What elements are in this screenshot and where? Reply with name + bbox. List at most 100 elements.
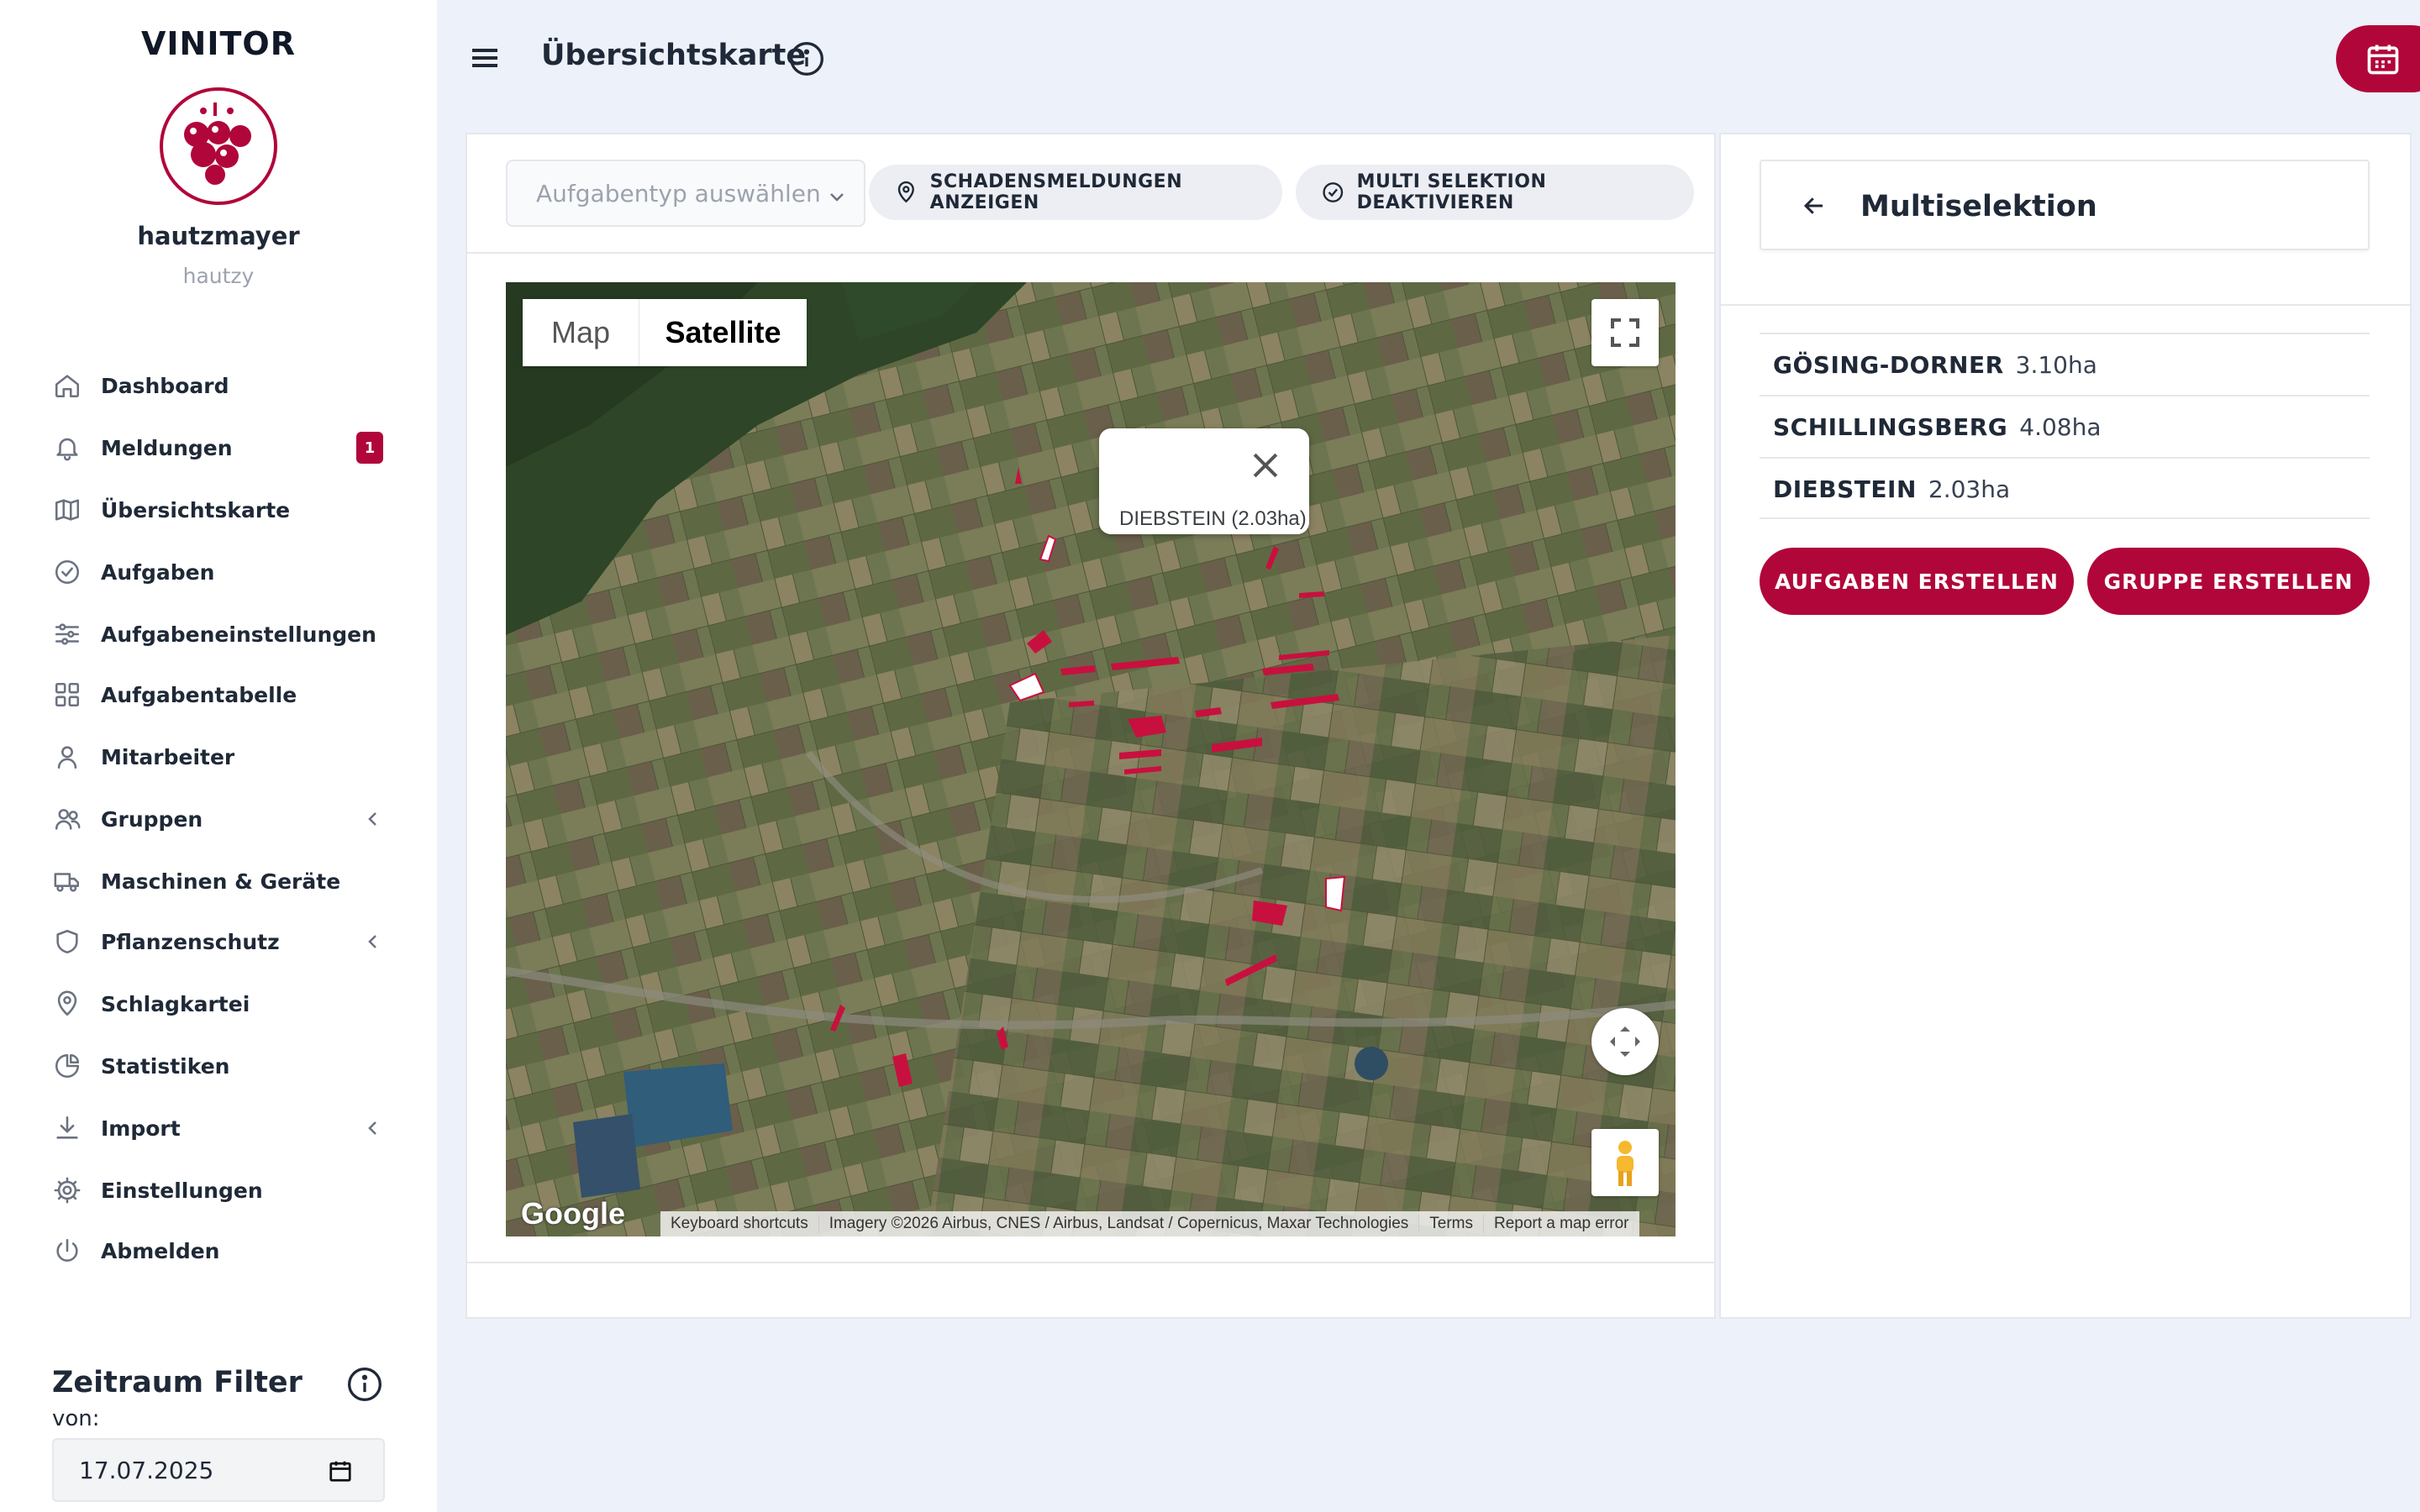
close-icon[interactable] xyxy=(1247,447,1284,484)
sidebar-item-aufgabeneinstellungen[interactable]: Aufgabeneinstellungen xyxy=(50,610,395,659)
date-value: 17.07.2025 xyxy=(79,1456,214,1484)
page-title: Übersichtskarte xyxy=(541,39,807,72)
bell-icon xyxy=(50,431,84,465)
sidebar-item-import[interactable]: Import xyxy=(50,1104,395,1152)
fullscreen-button[interactable] xyxy=(1591,299,1659,366)
pegman-icon xyxy=(1617,1141,1634,1186)
field-area: 4.08ha xyxy=(2019,412,2102,441)
divider xyxy=(466,1262,1716,1263)
create-tasks-button[interactable]: AUFGABEN ERSTELLEN xyxy=(1760,548,2074,615)
menu-icon[interactable] xyxy=(471,45,501,71)
notification-badge: 1 xyxy=(356,432,383,464)
gear-icon xyxy=(50,1173,84,1207)
keyboard-shortcuts-link[interactable]: Keyboard shortcuts xyxy=(660,1215,819,1233)
sidebar-item-label: Mitarbeiter xyxy=(101,744,235,769)
field-name: GÖSING-DORNER xyxy=(1773,350,2004,379)
fullscreen-icon xyxy=(1611,318,1639,347)
sidebar-item-aufgaben[interactable]: Aufgaben xyxy=(50,548,395,596)
sidebar-item-schlagkartei[interactable]: Schlagkartei xyxy=(50,979,395,1028)
pan-arrows-icon xyxy=(1610,1026,1640,1057)
map-pin-icon xyxy=(50,987,84,1021)
button-label: MULTI SELEKTION DEAKTIVIEREN xyxy=(1356,171,1547,213)
chevron-left-icon[interactable] xyxy=(363,809,383,829)
sidebar-item-uebersichtskarte[interactable]: Übersichtskarte xyxy=(50,486,395,534)
divider xyxy=(1760,517,2370,519)
divider xyxy=(1719,304,2412,306)
sidebar-item-label: Aufgaben xyxy=(101,559,215,585)
check-circle-icon xyxy=(1323,182,1344,202)
truck-icon xyxy=(50,864,84,898)
street-view-pegman[interactable] xyxy=(1591,1129,1659,1196)
sidebar-item-gruppen[interactable]: Gruppen xyxy=(50,795,395,843)
tab-satellite[interactable]: Satellite xyxy=(639,299,807,366)
list-item[interactable]: SCHILLINGSBERG 4.08ha xyxy=(1760,395,2370,457)
chevron-left-icon[interactable] xyxy=(363,1118,383,1138)
sidebar-item-label: Abmelden xyxy=(101,1238,220,1263)
field-area: 3.10ha xyxy=(2015,350,2097,379)
sidebar-item-label: Meldungen xyxy=(101,435,233,460)
sidebar-item-aufgabentabelle[interactable]: Aufgabentabelle xyxy=(50,670,395,719)
date-from-input[interactable]: 17.07.2025 xyxy=(52,1438,385,1502)
sidebar-item-label: Einstellungen xyxy=(101,1178,263,1203)
show-damage-reports-button[interactable]: SCHADENSMELDUNGEN ANZEIGEN xyxy=(869,165,1282,220)
sliders-icon xyxy=(50,617,84,651)
chevron-down-icon xyxy=(827,185,847,205)
sidebar-item-label: Aufgabentabelle xyxy=(101,682,297,707)
map-camera-control[interactable] xyxy=(1591,1008,1659,1075)
map-icon xyxy=(50,493,84,527)
sidebar-item-label: Statistiken xyxy=(101,1053,230,1079)
terms-link[interactable]: Terms xyxy=(1419,1215,1484,1233)
grape-logo-icon xyxy=(184,102,251,185)
calendar-icon xyxy=(2367,45,2399,75)
grid-icon xyxy=(50,678,84,711)
sidebar-item-label: Maschinen & Geräte xyxy=(101,869,341,894)
multi-selection-toggle-button[interactable]: MULTI SELEKTION DEAKTIVIEREN xyxy=(1296,165,1694,220)
satellite-imagery xyxy=(506,282,1676,1236)
google-logo: Google xyxy=(521,1196,625,1231)
sidebar-item-mitarbeiter[interactable]: Mitarbeiter xyxy=(50,732,395,781)
button-label: SCHADENSMELDUNGEN ANZEIGEN xyxy=(929,171,1183,213)
task-type-select[interactable]: Aufgabentyp auswählen xyxy=(506,160,865,227)
sidebar-item-label: Übersichtskarte xyxy=(101,497,291,522)
sidebar-item-dashboard[interactable]: Dashboard xyxy=(50,361,395,410)
home-icon xyxy=(50,369,84,402)
sidebar-item-statistiken[interactable]: Statistiken xyxy=(50,1042,395,1090)
calendar-icon[interactable] xyxy=(328,1458,353,1483)
popup-field-label: DIEBSTEIN (2.03ha) xyxy=(1119,507,1307,530)
avatar xyxy=(160,87,277,205)
sidebar-item-label: Import xyxy=(101,1116,181,1141)
field-name: DIEBSTEIN xyxy=(1773,475,1917,503)
info-icon[interactable] xyxy=(788,40,825,77)
create-group-button[interactable]: GRUPPE ERSTELLEN xyxy=(2087,548,2370,615)
power-icon xyxy=(50,1234,84,1268)
report-error-link[interactable]: Report a map error xyxy=(1484,1215,1639,1233)
calendar-button[interactable] xyxy=(2336,25,2420,92)
shield-icon xyxy=(50,925,84,958)
list-item[interactable]: GÖSING-DORNER 3.10ha xyxy=(1760,333,2370,395)
info-icon[interactable] xyxy=(346,1366,383,1403)
field-name: SCHILLINGSBERG xyxy=(1773,412,2008,441)
sidebar-item-meldungen[interactable]: Meldungen 1 xyxy=(50,423,395,472)
tab-map[interactable]: Map xyxy=(523,299,639,366)
satellite-map[interactable]: Map Satellite DIEBSTEIN (2.03ha) Google … xyxy=(506,282,1676,1236)
field-info-popup: DIEBSTEIN (2.03ha) xyxy=(1099,428,1309,534)
chevron-left-icon[interactable] xyxy=(363,932,383,952)
sidebar-item-abmelden[interactable]: Abmelden xyxy=(50,1226,395,1275)
map-pin-icon xyxy=(897,181,914,203)
list-item[interactable]: DIEBSTEIN 2.03ha xyxy=(1760,457,2370,519)
divider xyxy=(466,252,1716,254)
multiselect-title: Multiselektion xyxy=(1860,190,2097,223)
brand-title: VINITOR xyxy=(141,25,296,62)
map-type-tabs: Map Satellite xyxy=(523,299,807,366)
users-icon xyxy=(50,802,84,836)
sidebar-item-pflanzenschutz[interactable]: Pflanzenschutz xyxy=(50,917,395,966)
sidebar-item-maschinen[interactable]: Maschinen & Geräte xyxy=(50,857,395,906)
select-placeholder: Aufgabentyp auswählen xyxy=(536,179,821,207)
back-arrow-icon[interactable] xyxy=(1800,193,1828,218)
sidebar-item-einstellungen[interactable]: Einstellungen xyxy=(50,1166,395,1215)
sidebar-item-label: Dashboard xyxy=(101,373,229,398)
map-attribution: Keyboard shortcuts Imagery ©2026 Airbus,… xyxy=(660,1211,1639,1236)
pie-chart-icon xyxy=(50,1049,84,1083)
field-area: 2.03ha xyxy=(1928,475,2011,503)
imagery-credit: Imagery ©2026 Airbus, CNES / Airbus, Lan… xyxy=(819,1215,1420,1233)
